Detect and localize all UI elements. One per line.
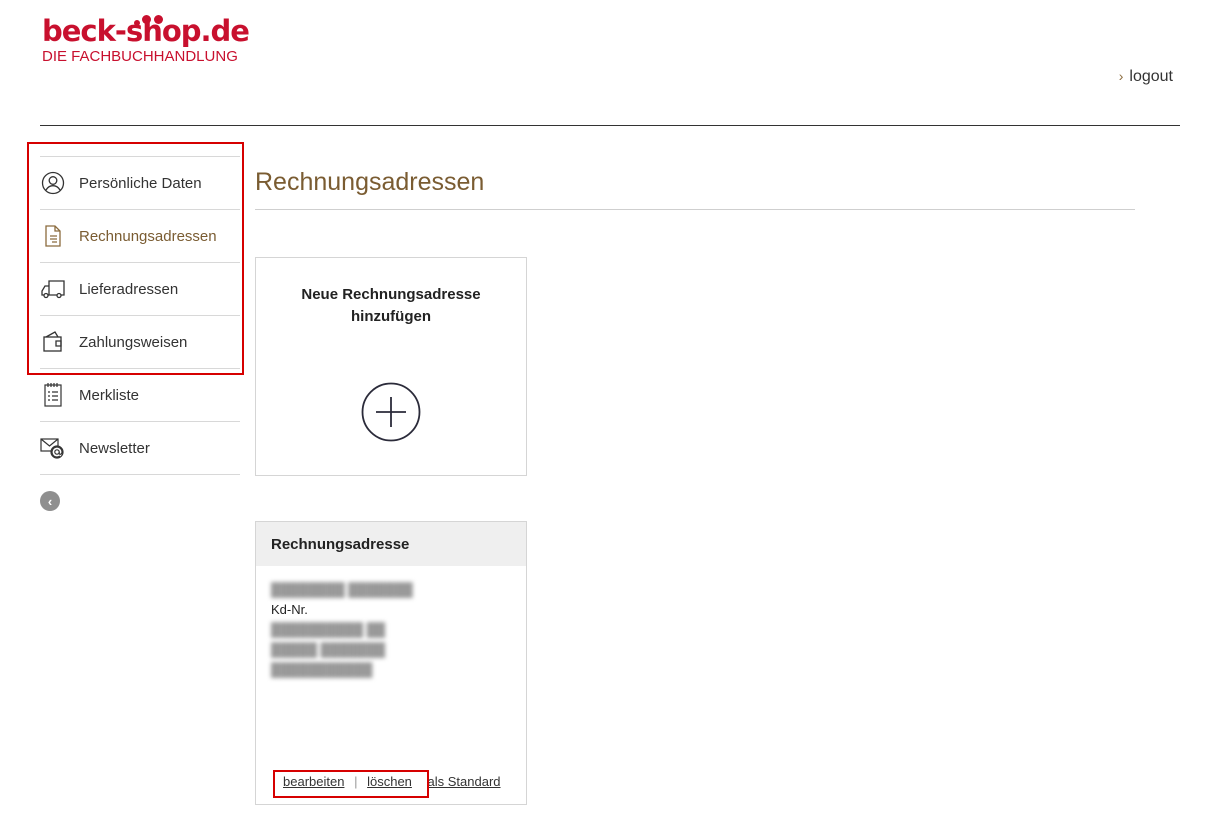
sidebar-item-persoenliche-daten[interactable]: Persönliche Daten xyxy=(40,156,240,209)
title-divider xyxy=(255,209,1135,210)
page-title: Rechnungsadressen xyxy=(255,168,485,196)
user-circle-icon xyxy=(40,170,66,196)
delete-link[interactable]: löschen xyxy=(367,774,412,789)
sidebar-item-label: Zahlungsweisen xyxy=(79,333,188,351)
mail-at-icon xyxy=(40,435,66,461)
redacted-address-line: ██████████ ██ xyxy=(271,622,386,637)
redacted-address-line: █████ ███████ xyxy=(271,642,386,657)
customer-number-label: Kd-Nr. xyxy=(271,602,308,617)
logo-name: beck-shop.de xyxy=(42,15,250,46)
add-billing-address-card[interactable]: Neue Rechnungsadresse hinzufügen xyxy=(255,257,527,476)
set-default-link[interactable]: als Standard xyxy=(428,774,501,789)
redacted-address-line: ███████████ xyxy=(271,662,373,677)
address-actions: bearbeiten | löschen als Standard xyxy=(283,774,501,789)
sidebar-divider xyxy=(40,474,240,475)
brand-logo[interactable]: beck-shop.de DIE FACHBUCHHANDLUNG xyxy=(42,15,250,65)
sidebar-item-label: Newsletter xyxy=(79,439,150,457)
logout-link[interactable]: › logout xyxy=(1119,68,1173,86)
action-separator: | xyxy=(354,774,358,789)
sidebar-item-zahlungsweisen[interactable]: Zahlungsweisen xyxy=(40,315,240,368)
logout-label: logout xyxy=(1129,68,1173,85)
truck-icon xyxy=(40,276,66,302)
sidebar-item-label: Lieferadressen xyxy=(79,280,179,298)
sidebar-item-rechnungsadressen[interactable]: Rechnungsadressen xyxy=(40,209,240,262)
document-icon xyxy=(40,223,66,249)
address-body: ████████ ███████ Kd-Nr. ██████████ ██ ██… xyxy=(256,566,526,680)
sidebar-item-label: Merkliste xyxy=(79,386,140,404)
billing-address-card: Rechnungsadresse ████████ ███████ Kd-Nr.… xyxy=(255,521,527,805)
chevron-right-icon: › xyxy=(1118,68,1124,84)
sidebar-item-label: Rechnungsadressen xyxy=(79,227,217,245)
plus-circle-icon[interactable] xyxy=(361,382,421,442)
logo-subtitle: DIE FACHBUCHHANDLUNG xyxy=(42,48,238,65)
header-divider xyxy=(40,125,1180,126)
redacted-address-line: ████████ ███████ xyxy=(271,582,413,597)
account-sidebar: Persönliche Daten Rechnungsadressen Lief… xyxy=(40,156,240,511)
chevron-left-circle-icon[interactable]: ‹ xyxy=(40,491,60,511)
wallet-icon xyxy=(40,329,66,355)
sidebar-item-lieferadressen[interactable]: Lieferadressen xyxy=(40,262,240,315)
sidebar-item-merkliste[interactable]: Merkliste xyxy=(40,368,240,421)
sidebar-item-newsletter[interactable]: Newsletter xyxy=(40,421,240,474)
sidebar-item-label: Persönliche Daten xyxy=(79,174,202,192)
address-card-title: Rechnungsadresse xyxy=(256,522,526,566)
add-billing-address-label: Neue Rechnungsadresse hinzufügen xyxy=(301,286,481,325)
checklist-icon xyxy=(40,382,66,408)
edit-link[interactable]: bearbeiten xyxy=(283,774,344,789)
